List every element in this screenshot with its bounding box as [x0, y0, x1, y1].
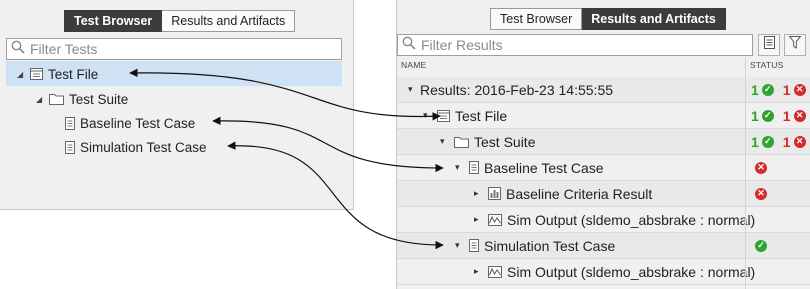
result-label: Sim Output (sldemo_absbrake : normal)	[507, 263, 756, 280]
filter-tests-input[interactable]	[28, 40, 341, 58]
document-icon	[469, 239, 479, 252]
column-divider	[745, 57, 746, 289]
column-header-status[interactable]: STATUS	[750, 60, 783, 70]
expand-triangle-icon[interactable]: ▾	[408, 84, 420, 95]
result-row-baseline-test-case[interactable]: ▾ Baseline Test Case ✕	[397, 155, 810, 181]
right-tab-bar: Test Browser Results and Artifacts	[490, 8, 726, 30]
fail-count: 1	[782, 133, 791, 150]
tree-item-label: Simulation Test Case	[80, 139, 207, 155]
test-file-icon	[30, 68, 43, 80]
pass-icon: ✓	[761, 109, 774, 122]
tree-item-label: Baseline Test Case	[80, 115, 196, 131]
status-indicator: ✕	[755, 161, 767, 174]
result-label: Baseline Criteria Result	[506, 185, 653, 202]
expand-triangle-icon[interactable]: ▾	[440, 136, 452, 147]
fail-icon: ✕	[755, 161, 767, 174]
fail-icon: ✕	[793, 135, 806, 148]
result-label: Baseline Test Case	[484, 159, 604, 176]
result-label: Test File	[455, 107, 508, 124]
fail-count: 1	[782, 107, 791, 124]
folder-icon	[49, 93, 64, 105]
expand-triangle-icon[interactable]: ▸	[474, 266, 486, 277]
filter-results-input[interactable]	[419, 36, 752, 54]
pass-icon: ✓	[755, 239, 767, 252]
collapse-triangle-icon[interactable]: ◢	[36, 95, 47, 104]
test-file-icon	[437, 109, 450, 122]
left-tab-bar: Test Browser Results and Artifacts	[64, 10, 296, 32]
filter-results-field[interactable]	[397, 34, 753, 56]
result-row-test-suite[interactable]: ▾ Test Suite 1 ✓ 1 ✕	[397, 129, 810, 155]
column-header-name[interactable]: NAME	[401, 60, 426, 70]
tab-results-and-artifacts[interactable]: Results and Artifacts	[162, 10, 296, 32]
filter-options-button[interactable]	[784, 34, 806, 56]
tree-item-test-file[interactable]: ◢ Test File	[17, 62, 98, 86]
result-row-sim-output[interactable]: ▸ Sim Output (sldemo_absbrake : normal)	[397, 207, 810, 233]
test-browser-panel: Test Browser Results and Artifacts ◢ Tes…	[0, 0, 354, 210]
status-indicator: ✕	[755, 187, 767, 200]
tab-test-browser[interactable]: Test Browser	[64, 10, 163, 32]
result-row-baseline-criteria-result[interactable]: ▸ Baseline Criteria Result ✕	[397, 181, 810, 207]
status-summary: 1 ✓ 1 ✕	[751, 108, 806, 124]
document-icon	[65, 140, 75, 154]
fail-icon: ✕	[793, 109, 806, 122]
signal-icon	[488, 265, 502, 278]
collapse-triangle-icon[interactable]: ◢	[17, 70, 28, 79]
tree-item-label: Test Suite	[69, 91, 129, 107]
report-button[interactable]	[758, 34, 780, 56]
expand-triangle-icon[interactable]: ▾	[455, 162, 467, 173]
expand-triangle-icon[interactable]: ▾	[455, 240, 467, 251]
funnel-icon	[788, 36, 802, 54]
tree-item-baseline-test-case[interactable]: Baseline Test Case	[63, 111, 195, 135]
tree-item-label: Test File	[48, 66, 99, 82]
criteria-result-icon	[488, 187, 501, 200]
pass-count: 1	[751, 133, 759, 150]
tab-results-and-artifacts[interactable]: Results and Artifacts	[582, 8, 726, 30]
status-summary: 1 ✓ 1 ✕	[751, 134, 806, 150]
tab-test-browser[interactable]: Test Browser	[490, 8, 583, 30]
document-icon	[65, 116, 75, 130]
pass-count: 1	[751, 81, 759, 98]
pass-icon: ✓	[761, 135, 774, 148]
pass-icon: ✓	[761, 83, 774, 96]
folder-icon	[454, 136, 469, 148]
tree-item-test-suite[interactable]: ◢ Test Suite	[36, 87, 128, 111]
fail-count: 1	[782, 81, 791, 98]
result-row-simulation-test-case[interactable]: ▾ Simulation Test Case ✓	[397, 233, 810, 259]
result-row-results-root[interactable]: ▾ Results: 2016-Feb-23 14:55:55 1 ✓ 1 ✕	[397, 77, 810, 103]
results-and-artifacts-panel: Test Browser Results and Artifacts NAME …	[396, 0, 810, 289]
expand-triangle-icon[interactable]: ▾	[423, 110, 435, 121]
report-icon	[763, 36, 775, 54]
result-label: Test Suite	[474, 133, 536, 150]
fail-icon: ✕	[793, 83, 806, 96]
tree-item-simulation-test-case[interactable]: Simulation Test Case	[63, 135, 207, 159]
result-label: Sim Output (sldemo_absbrake : normal)	[507, 211, 756, 228]
signal-icon	[488, 213, 502, 226]
search-icon	[11, 40, 25, 59]
search-icon	[402, 36, 416, 55]
status-summary: 1 ✓ 1 ✕	[751, 82, 806, 98]
result-label: Simulation Test Case	[484, 237, 616, 254]
expand-triangle-icon[interactable]: ▸	[474, 188, 486, 199]
expand-triangle-icon[interactable]: ▸	[474, 214, 486, 225]
result-label: Results: 2016-Feb-23 14:55:55	[420, 81, 614, 98]
fail-icon: ✕	[755, 187, 767, 200]
result-row-sim-output[interactable]: ▸ Sim Output (sldemo_absbrake : normal)	[397, 259, 810, 285]
document-icon	[469, 161, 479, 174]
result-row-test-file[interactable]: ▾ Test File 1 ✓ 1 ✕	[397, 103, 810, 129]
filter-tests-field[interactable]	[6, 38, 342, 60]
pass-count: 1	[751, 107, 759, 124]
status-indicator: ✓	[755, 239, 767, 252]
